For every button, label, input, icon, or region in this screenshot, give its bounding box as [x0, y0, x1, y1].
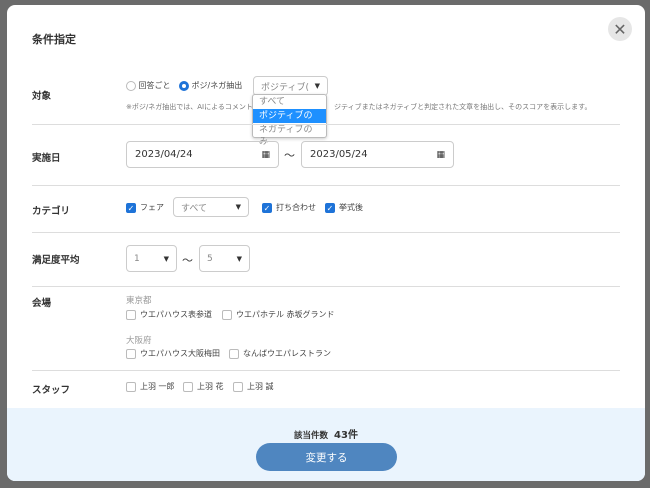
note-text-b: ジティブまたはネガティブと判定された文章を抽出し、そのスコアを表示します。	[334, 103, 592, 111]
category-label: カテゴリ	[32, 206, 71, 217]
checkbox-label: なんばウエパレストラン	[243, 349, 331, 358]
divider	[32, 185, 620, 186]
date-from-input[interactable]: 2023/04/24 ▦	[126, 141, 279, 168]
condition-modal: 条件指定 ✕ 対象 回答ごと ポジ/ネガ抽出 ポジティブ( ▼ ※ポジ/ネガ抽出で…	[7, 5, 645, 481]
modal-title: 条件指定	[32, 33, 76, 46]
calendar-icon[interactable]: ▦	[261, 150, 270, 160]
checkbox-venue[interactable]: ウエパハウス表参道	[126, 309, 212, 320]
date-to-input[interactable]: 2023/05/24 ▦	[301, 141, 454, 168]
checkbox-label: 上羽 一郎	[140, 382, 175, 391]
modal-footer: 該当件数 43件 変更する	[7, 408, 645, 481]
submit-button[interactable]: 変更する	[256, 443, 397, 471]
select-value: 1	[134, 253, 140, 264]
checkbox-label: ウエパハウス大阪梅田	[140, 349, 220, 358]
date-label: 実施日	[32, 153, 61, 164]
checkbox-venue[interactable]: ウエパハウス大阪梅田	[126, 348, 220, 359]
radio-posneg[interactable]: ポジ/ネガ抽出	[179, 80, 242, 91]
satisfaction-min-select[interactable]: 1 ▼	[126, 245, 177, 272]
note-text-a: ※ポジ/ネガ抽出では、AIによるコメント	[126, 103, 253, 111]
close-button[interactable]: ✕	[608, 17, 632, 41]
venue-group-tokyo: 東京都	[126, 296, 152, 306]
checkbox-label: フェア	[140, 203, 164, 212]
staff-label: スタッフ	[32, 385, 71, 396]
checkbox-label: ウエパホテル 赤坂グランド	[236, 310, 335, 319]
checkbox-after[interactable]: ✓ 挙式後	[325, 202, 363, 213]
venue-group-osaka: 大阪府	[126, 336, 152, 346]
caret-down-icon: ▼	[235, 203, 241, 211]
satisfaction-max-select[interactable]: 5 ▼	[199, 245, 250, 272]
radio-per-answer[interactable]: 回答ごと	[126, 80, 171, 91]
venue-label: 会場	[32, 298, 52, 309]
radio-label: ポジ/ネガ抽出	[191, 81, 243, 90]
satisfaction-tilde: 〜	[182, 254, 193, 267]
checkbox-label: 打ち合わせ	[276, 203, 316, 212]
select-value: 5	[207, 253, 213, 264]
target-label: 対象	[32, 91, 52, 102]
checkbox-label: 上羽 花	[197, 382, 224, 391]
checkbox-label: ウエパハウス表参道	[140, 310, 212, 319]
caret-down-icon: ▼	[314, 82, 320, 90]
option-all[interactable]: すべて	[253, 95, 326, 109]
divider	[32, 232, 620, 233]
option-negative[interactable]: ネガティブのみ	[253, 123, 326, 147]
select-value: すべて	[181, 203, 208, 214]
select-value: ポジティブ(	[261, 82, 309, 93]
divider	[32, 370, 620, 371]
option-positive[interactable]: ポジティブのみ	[253, 109, 326, 133]
caret-down-icon: ▼	[163, 254, 169, 263]
calendar-icon[interactable]: ▦	[436, 150, 445, 160]
checkbox-venue[interactable]: ウエパホテル 赤坂グランド	[222, 309, 335, 320]
checkbox-label: 挙式後	[339, 203, 363, 212]
satisfaction-label: 満足度平均	[32, 255, 80, 266]
divider	[32, 286, 620, 287]
checkbox-fair[interactable]: ✓ フェア	[126, 202, 164, 213]
result-count: 該当件数 43件	[7, 426, 645, 441]
count-value: 43件	[334, 430, 358, 441]
checkbox-meeting[interactable]: ✓ 打ち合わせ	[262, 202, 316, 213]
close-icon: ✕	[613, 19, 627, 39]
checkbox-staff[interactable]: 上羽 一郎	[126, 381, 175, 392]
posneg-dropdown: すべて ポジティブのみ ネガティブのみ	[252, 94, 327, 147]
caret-down-icon: ▼	[236, 254, 242, 263]
checkbox-venue[interactable]: なんばウエパレストラン	[229, 348, 331, 359]
fair-select[interactable]: すべて ▼	[173, 197, 249, 217]
date-from-value: 2023/04/24	[135, 149, 193, 160]
date-to-value: 2023/05/24	[310, 149, 368, 160]
posneg-select[interactable]: ポジティブ( ▼	[253, 76, 328, 96]
radio-label: 回答ごと	[138, 81, 171, 90]
date-tilde: 〜	[284, 149, 295, 162]
divider	[32, 124, 620, 125]
count-label: 該当件数	[294, 431, 329, 441]
checkbox-label: 上羽 誠	[247, 382, 274, 391]
checkbox-staff[interactable]: 上羽 誠	[233, 381, 274, 392]
checkbox-staff[interactable]: 上羽 花	[183, 381, 224, 392]
